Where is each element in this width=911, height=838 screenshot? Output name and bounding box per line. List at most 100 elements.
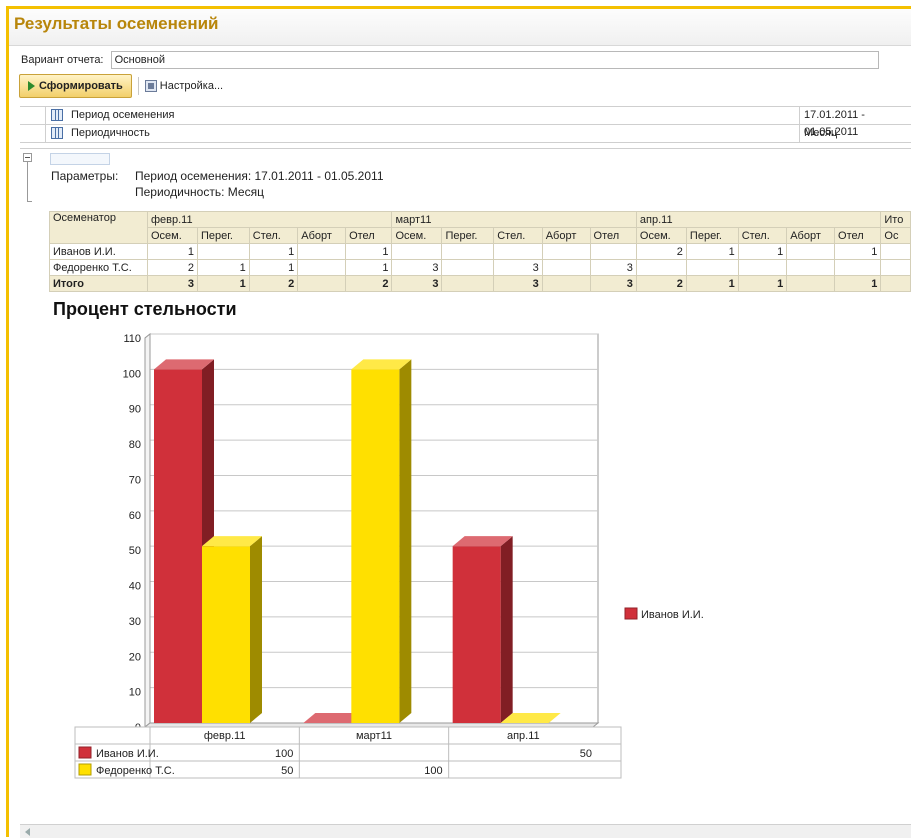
table-cell: [737, 259, 788, 276]
chart-container: 0102030405060708090100110февр.11март11ап…: [45, 325, 735, 788]
parameter-row[interactable]: Периодичность Месяц: [20, 125, 911, 143]
settings-button-label: Настройка...: [159, 80, 224, 92]
header-subcol: Перег.: [685, 227, 739, 244]
table-row[interactable]: Иванов И.И. 1 1 1 2 1 1 1: [49, 243, 911, 260]
parameter-value[interactable]: Месяц: [801, 125, 911, 142]
window-title: Результаты осеменений: [14, 14, 219, 33]
header-month: февр.11: [146, 211, 393, 228]
parameter-row[interactable]: Период осеменения 17.01.2011 - 01.05.201…: [20, 107, 911, 138]
header-month: апр.11: [635, 211, 882, 228]
table-cell: 3: [589, 275, 637, 292]
header-subcol: Перег.: [441, 227, 495, 244]
table-cell: [635, 259, 687, 276]
table-cell: [441, 259, 495, 276]
header-subcol: Аборт: [297, 227, 347, 244]
table-cell: [786, 259, 836, 276]
table-cell: 1: [196, 259, 250, 276]
table-cell: 2: [345, 275, 393, 292]
header-inseminator: Осеменатор: [49, 211, 148, 244]
group-line: [27, 162, 28, 202]
header-subcol: Осем.: [391, 227, 443, 244]
y-tick-label: 40: [129, 581, 141, 593]
table-cell: [541, 243, 591, 260]
x-tick-label: март11: [356, 730, 392, 742]
bar-side: [500, 536, 513, 723]
header-subcol: Стел.: [248, 227, 299, 244]
y-tick-label: 20: [129, 651, 141, 663]
variant-label: Вариант отчета:: [21, 54, 104, 66]
parameter-name: Период осеменения: [71, 109, 175, 121]
table-cell: [297, 275, 347, 292]
legend-label: Иванов И.И.: [641, 609, 704, 621]
generate-button[interactable]: Сформировать: [19, 74, 132, 98]
bar: [154, 369, 202, 723]
settings-button[interactable]: Настройка...: [144, 80, 224, 92]
y-tick-label: 90: [129, 404, 141, 416]
table-cell: 2: [635, 275, 687, 292]
bar-side: [250, 536, 262, 723]
y-tick-label: 60: [129, 510, 141, 522]
header-subcol: Осем.: [146, 227, 198, 244]
table-cell: [391, 243, 443, 260]
scroll-left-icon[interactable]: [25, 828, 30, 836]
header-subcol: Ос: [880, 227, 911, 244]
data-label: 50: [580, 748, 592, 760]
table-cell: 3: [146, 275, 198, 292]
table-cell: 1: [196, 275, 250, 292]
table-cell: 1: [146, 243, 198, 260]
table-cell: [297, 243, 347, 260]
table-cell: 3: [589, 259, 637, 276]
y-tick-label: 30: [129, 616, 141, 628]
table-row[interactable]: Федоренко Т.С. 2 1 1 1 3 3 3: [49, 259, 911, 276]
table-cell: 1: [834, 275, 882, 292]
table-cell: 2: [248, 275, 299, 292]
series-name: Иванов И.И.: [96, 748, 159, 760]
legend-swatch: [78, 763, 92, 776]
table-cell: [786, 275, 836, 292]
row-name: Федоренко Т.С.: [49, 259, 148, 276]
legend-swatch: [78, 746, 92, 759]
table-cell: [493, 243, 543, 260]
parameter-name-cell: Период осеменения: [45, 107, 800, 124]
report-area[interactable]: Параметры: Период осеменения: 17.01.2011…: [20, 148, 911, 825]
toolbar: Сформировать Настройка...: [19, 74, 223, 98]
column-icon: [51, 127, 63, 139]
parameters-table: Период осеменения 17.01.2011 - 01.05.201…: [20, 106, 911, 143]
row-name: Иванов И.И.: [49, 243, 148, 260]
params-periodicity: Периодичность: Месяц: [135, 185, 264, 199]
collapse-toggle-icon[interactable]: [23, 153, 32, 162]
header-subcol: Аборт: [786, 227, 836, 244]
play-icon: [28, 81, 35, 91]
floor: [143, 722, 600, 728]
table-cell: [880, 243, 911, 260]
table-cell: 2: [635, 243, 687, 260]
header-total: Ито: [880, 211, 911, 228]
chart-title: Процент стельности: [53, 299, 237, 319]
parameter-name: Периодичность: [71, 127, 150, 139]
bar-side: [399, 359, 412, 723]
parameter-name-cell: Периодичность: [45, 125, 800, 142]
table-cell: [786, 243, 836, 260]
group-line-end: [27, 201, 32, 202]
x-tick-label: апр.11: [507, 730, 540, 742]
table-cell: 1: [345, 243, 393, 260]
table-cell: [541, 259, 591, 276]
header-subcol: Отел: [345, 227, 393, 244]
horizontal-scrollbar[interactable]: [20, 824, 911, 838]
data-label: 50: [281, 765, 293, 777]
bar: [452, 546, 501, 723]
report-table: Осеменатор февр.11 март11 апр.11 Ито Осем. Пер…: [49, 211, 911, 292]
table-cell: [589, 243, 637, 260]
variant-row: Вариант отчета: Основной: [21, 51, 879, 69]
parameter-value[interactable]: 17.01.2011 - 01.05.2011: [801, 107, 911, 138]
column-icon: [51, 109, 63, 121]
table-cell: [541, 275, 591, 292]
variant-field[interactable]: Основной: [110, 51, 879, 69]
header-subcol: Отел: [834, 227, 882, 244]
y-tick-label: 10: [129, 687, 141, 699]
table-cell: 3: [493, 275, 543, 292]
header-subcol: Стел.: [493, 227, 543, 244]
table-cell: 1: [737, 243, 788, 260]
series-name: Федоренко Т.С.: [96, 765, 175, 777]
table-row[interactable]: Итого 3 1 2 2 3 3 3 2 1 1 1: [49, 275, 911, 292]
